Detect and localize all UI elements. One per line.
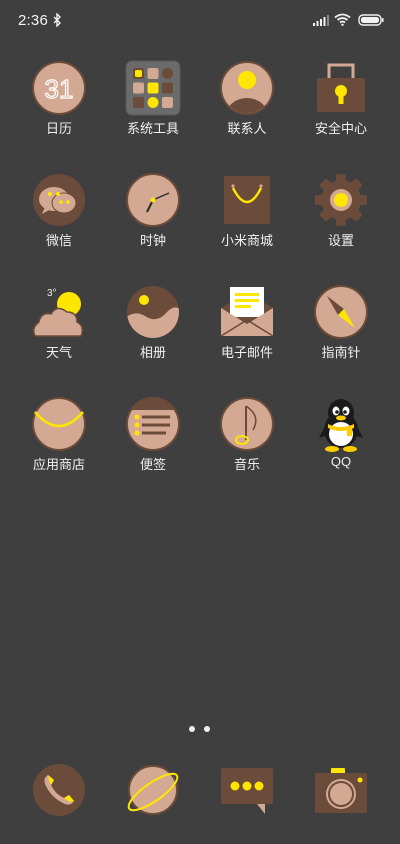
wechat-icon <box>33 174 85 226</box>
app-clock[interactable]: 时钟 <box>103 168 203 268</box>
weather-temperature: 3° <box>47 288 57 299</box>
system-tools-folder-icon <box>125 60 181 116</box>
app-store-icon <box>32 397 86 451</box>
wifi-icon <box>334 13 351 26</box>
battery-icon <box>358 14 384 26</box>
dock-messages[interactable] <box>197 760 297 824</box>
app-label: QQ <box>330 454 352 469</box>
camera-icon <box>315 768 367 813</box>
app-label: 音乐 <box>233 457 260 472</box>
app-qq[interactable]: QQ <box>291 392 391 492</box>
app-folder-system-tools[interactable]: 系统工具 <box>103 56 203 156</box>
app-label: 指南针 <box>321 345 361 360</box>
app-gallery[interactable]: 相册 <box>103 280 203 380</box>
settings-gear-icon <box>315 174 367 226</box>
contacts-icon <box>220 61 274 115</box>
calendar-number: 31 <box>45 74 74 104</box>
app-notes[interactable]: 便签 <box>103 392 203 492</box>
app-settings[interactable]: 设置 <box>291 168 391 268</box>
app-calendar[interactable]: 31 日历 <box>9 56 109 156</box>
app-label: 应用商店 <box>32 457 85 472</box>
dock <box>0 760 400 824</box>
page-dot[interactable] <box>204 726 210 732</box>
page-indicator <box>0 724 400 736</box>
calendar-icon: 31 <box>32 61 86 115</box>
mi-store-icon <box>224 176 270 224</box>
status-bar: 2:36 <box>0 0 400 44</box>
app-email[interactable]: 电子邮件 <box>197 280 297 380</box>
app-label: 联系人 <box>227 121 267 136</box>
app-label: 天气 <box>45 345 72 360</box>
compass-icon <box>314 285 368 339</box>
dock-camera[interactable] <box>291 760 391 824</box>
app-wechat[interactable]: 微信 <box>9 168 109 268</box>
app-app-store[interactable]: 应用商店 <box>9 392 109 492</box>
messages-icon <box>221 768 273 814</box>
app-label: 系统工具 <box>126 121 179 136</box>
phone-icon <box>33 764 85 816</box>
app-music[interactable]: 音乐 <box>197 392 297 492</box>
app-label: 微信 <box>45 233 72 248</box>
email-icon <box>220 287 274 337</box>
signal-icon <box>313 15 329 26</box>
app-mi-store[interactable]: 小米商城 <box>197 168 297 268</box>
app-label: 小米商城 <box>220 233 273 248</box>
dock-phone[interactable] <box>9 760 109 824</box>
dock-browser[interactable] <box>103 760 203 824</box>
gallery-icon <box>127 286 179 338</box>
app-weather[interactable]: 3° 天气 <box>9 280 109 380</box>
app-contacts[interactable]: 联系人 <box>197 56 297 156</box>
bluetooth-icon <box>53 13 61 27</box>
app-label: 设置 <box>327 233 354 248</box>
qq-penguin-icon <box>319 399 363 452</box>
app-security-center[interactable]: 安全中心 <box>291 56 391 156</box>
browser-planet-icon <box>127 765 179 815</box>
security-center-icon <box>317 63 365 112</box>
clock-icon <box>126 173 180 227</box>
app-compass[interactable]: 指南针 <box>291 280 391 380</box>
notes-icon <box>126 397 180 451</box>
app-label: 安全中心 <box>314 121 367 136</box>
app-label: 相册 <box>139 345 166 360</box>
app-label: 日历 <box>45 121 72 136</box>
app-label: 电子邮件 <box>220 345 273 360</box>
page-dot[interactable] <box>189 726 195 732</box>
status-time: 2:36 <box>18 12 48 29</box>
weather-icon: 3° <box>32 288 84 337</box>
app-label: 便签 <box>139 457 166 472</box>
music-icon <box>220 397 274 451</box>
app-label: 时钟 <box>139 233 166 248</box>
